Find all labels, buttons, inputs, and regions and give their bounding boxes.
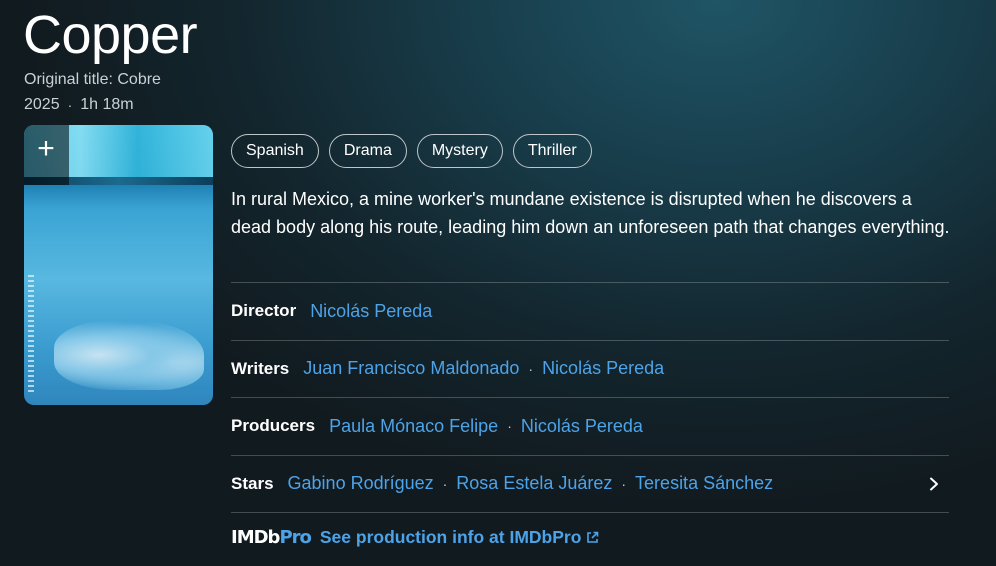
imdbpro-row: IMDbPro See production info at IMDbPro xyxy=(231,512,949,562)
movie-meta: 2025 · 1h 18m xyxy=(24,95,134,115)
original-title: Original title: Cobre xyxy=(24,71,161,88)
credit-link-director[interactable]: Nicolás Pereda xyxy=(310,301,432,322)
plot-summary: In rural Mexico, a mine worker's mundane… xyxy=(231,189,950,237)
imdbpro-link[interactable]: See production info at IMDbPro xyxy=(320,527,600,548)
credit-link-star-1[interactable]: Gabino Rodríguez xyxy=(288,473,434,494)
genre-chips: Spanish Drama Mystery Thriller xyxy=(231,134,592,168)
poster-side-credits xyxy=(28,275,34,395)
meta-separator: · xyxy=(67,97,73,113)
runtime: 1h 18m xyxy=(80,96,134,113)
credit-link-producer-1[interactable]: Paula Mónaco Felipe xyxy=(329,416,498,437)
credits-list: Director Nicolás Pereda Writers Juan Fra… xyxy=(231,282,949,562)
plus-icon[interactable]: + xyxy=(32,131,60,167)
external-link-icon xyxy=(587,531,599,543)
credit-label-writers[interactable]: Writers xyxy=(231,359,289,379)
credit-row-stars[interactable]: Stars Gabino Rodríguez · Rosa Estela Juá… xyxy=(231,454,949,513)
poster-figures xyxy=(54,320,204,390)
genre-chip-drama[interactable]: Drama xyxy=(328,134,407,168)
credit-row-director: Director Nicolás Pereda xyxy=(231,282,949,340)
genre-chip-spanish[interactable]: Spanish xyxy=(231,134,319,168)
credit-link-star-3[interactable]: Teresita Sánchez xyxy=(635,473,773,494)
credit-label-stars[interactable]: Stars xyxy=(231,474,274,494)
imdbpro-logo: IMDbPro xyxy=(231,527,312,548)
credit-label-producers[interactable]: Producers xyxy=(231,416,315,436)
credit-link-producer-2[interactable]: Nicolás Pereda xyxy=(521,416,643,437)
credit-link-writer-1[interactable]: Juan Francisco Maldonado xyxy=(303,358,519,379)
credit-link-star-2[interactable]: Rosa Estela Juárez xyxy=(456,473,612,494)
credit-separator: · xyxy=(621,475,627,492)
credit-label-director[interactable]: Director xyxy=(231,301,296,321)
release-year[interactable]: 2025 xyxy=(24,95,60,115)
credit-row-producers: Producers Paula Mónaco Felipe · Nicolás … xyxy=(231,397,949,455)
credit-link-writer-2[interactable]: Nicolás Pereda xyxy=(542,358,664,379)
genre-chip-mystery[interactable]: Mystery xyxy=(416,134,503,168)
credit-row-writers: Writers Juan Francisco Maldonado · Nicol… xyxy=(231,339,949,398)
genre-chip-thriller[interactable]: Thriller xyxy=(512,134,592,168)
chevron-right-icon[interactable] xyxy=(923,473,945,495)
poster-image[interactable]: + xyxy=(24,125,213,405)
credit-separator: · xyxy=(528,360,534,377)
credit-separator: · xyxy=(507,418,512,435)
movie-title: Copper xyxy=(23,5,198,65)
credit-separator: · xyxy=(442,475,448,492)
